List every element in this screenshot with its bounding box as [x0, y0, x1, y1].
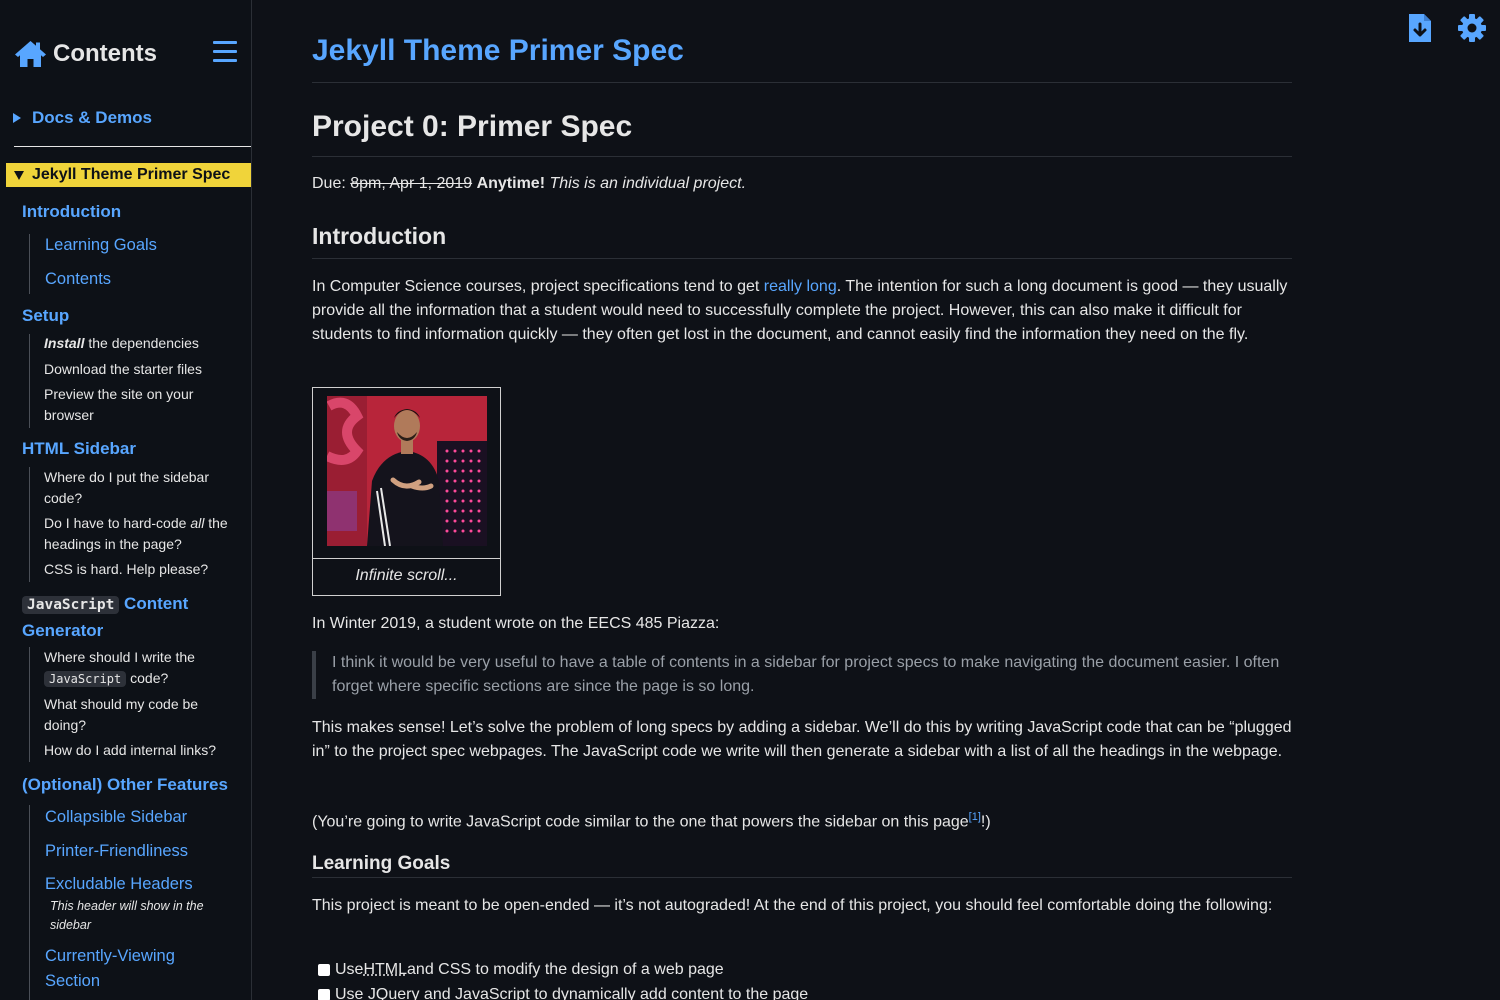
download-file-icon[interactable]: [1406, 13, 1434, 43]
sidebar-item-install[interactable]: Install the dependencies: [44, 333, 244, 354]
blockquote: I think it would be very useful to have …: [312, 651, 1292, 699]
cb1-a: Use: [335, 961, 364, 978]
caret-down-icon: [14, 170, 24, 180]
due-bold: Anytime!: [476, 175, 546, 192]
gif-image: [327, 396, 487, 546]
similar-text-a: (You’re going to write JavaScript code s…: [312, 813, 969, 831]
where-write-b: code?: [126, 670, 169, 686]
sidebar-item-where-put[interactable]: Where do I put the sidebar code?: [44, 467, 224, 509]
cb1-b: and CSS to modify the design of a web pa…: [407, 961, 724, 978]
html-abbr: HTML: [363, 961, 408, 978]
sidebar-item-setup[interactable]: Setup: [22, 303, 69, 328]
where-write-a: Where should I write the: [44, 649, 195, 665]
sidebar-item-excludable-note[interactable]: This header will show in the sidebar: [50, 897, 230, 935]
sidebar-item-introduction[interactable]: Introduction: [22, 199, 121, 224]
sidebar-item-collapsible[interactable]: Collapsible Sidebar: [45, 805, 187, 830]
learning-goals-paragraph: This project is meant to be open-ended —…: [312, 897, 1273, 914]
sidebar-item-css-hard[interactable]: CSS is hard. Help please?: [44, 559, 244, 580]
site-title[interactable]: Jekyll Theme Primer Spec: [312, 34, 684, 68]
sidebar-active-page[interactable]: Jekyll Theme Primer Spec: [6, 163, 251, 187]
due-italic: This is an individual project.: [549, 175, 747, 192]
sidebar-item-printer[interactable]: Printer-Friendliness: [45, 839, 188, 864]
divider: [312, 156, 1292, 157]
piazza-paragraph: In Winter 2019, a student wrote on the E…: [312, 615, 720, 632]
hardcode-a: Do I have to hard-code: [44, 515, 191, 531]
sidebar-docs-label: Docs & Demos: [32, 108, 152, 127]
install-emphasis: Install: [44, 335, 85, 351]
hardcode-em: all: [190, 515, 205, 531]
checkbox[interactable]: [318, 964, 330, 976]
figure-divider: [313, 558, 500, 559]
sidebar-item-js-generator[interactable]: JavaScript Content Generator: [22, 591, 222, 643]
sidebar-item-html-sidebar[interactable]: HTML Sidebar: [22, 436, 136, 461]
checklist-item[interactable]: Use HTML and CSS to modify the design of…: [318, 961, 724, 979]
caret-right-icon: [13, 113, 21, 123]
install-rest: the dependencies: [84, 335, 199, 351]
sidebar-item-download[interactable]: Download the starter files: [44, 359, 244, 380]
intro-text-a: In Computer Science courses, project spe…: [312, 278, 764, 295]
sidebar-indent-line: [29, 647, 30, 762]
sidebar-indent-line: [29, 234, 30, 294]
sidebar-item-optional[interactable]: (Optional) Other Features: [22, 772, 228, 797]
divider: [312, 82, 1292, 83]
divider: [312, 877, 1292, 878]
heading-introduction: Introduction: [312, 223, 447, 249]
sidebar-item-currently-viewing[interactable]: Currently-Viewing Section: [45, 944, 215, 994]
gif-image-illustration: [327, 396, 487, 546]
sidebar-active-label: Jekyll Theme Primer Spec: [32, 166, 231, 183]
gear-icon[interactable]: [1458, 13, 1486, 43]
intro-paragraph: In Computer Science courses, project spe…: [312, 275, 1292, 347]
due-struck: 8pm, Apr 1, 2019: [350, 175, 473, 192]
sidebar-indent-line: [29, 467, 30, 582]
checklist-item[interactable]: Use JQuery and JavaScript to dynamically…: [318, 986, 808, 1000]
sidebar-item-where-write[interactable]: Where should I write the JavaScript code…: [44, 647, 224, 690]
sidebar: Contents Docs & Demos Jekyll Theme Prime…: [0, 0, 252, 1000]
sidebar-item-preview[interactable]: Preview the site on your browser: [44, 384, 224, 426]
sidebar-docs-demos-toggle[interactable]: Docs & Demos: [13, 108, 152, 128]
sidebar-title: Contents: [53, 40, 157, 67]
sidebar-item-internal-links[interactable]: How do I add internal links?: [44, 740, 244, 761]
sidebar-divider: [14, 146, 251, 147]
home-icon[interactable]: [14, 39, 47, 69]
checkbox[interactable]: [318, 989, 330, 1000]
sidebar-item-learning-goals[interactable]: Learning Goals: [45, 233, 157, 258]
sense-paragraph: This makes sense! Let’s solve the proble…: [312, 719, 1292, 760]
heading-learning-goals: Learning Goals: [312, 853, 451, 874]
footnote-link[interactable]: [1]: [969, 811, 981, 823]
sidebar-header: Contents: [14, 36, 240, 72]
figure-caption: Infinite scroll...: [355, 567, 458, 584]
sidebar-item-contents[interactable]: Contents: [45, 267, 111, 292]
due-label: Due:: [312, 175, 351, 192]
where-write-code: JavaScript: [44, 671, 127, 687]
hamburger-menu-icon[interactable]: [213, 41, 237, 63]
due-line: Due: 8pm, Apr 1, 2019 Anytime! This is a…: [312, 175, 746, 193]
sidebar-indent-line: [29, 805, 30, 1000]
similar-text-b: !): [980, 813, 991, 831]
divider: [312, 258, 1292, 259]
sidebar-item-what-doing[interactable]: What should my code be doing?: [44, 694, 224, 736]
sidebar-item-hardcode[interactable]: Do I have to hard-code all the headings …: [44, 513, 244, 555]
sidebar-item-excludable[interactable]: Excludable Headers: [45, 872, 193, 897]
sidebar-indent-line: [29, 334, 30, 428]
similar-paragraph: (You’re going to write JavaScript code s…: [312, 804, 1292, 834]
really-long-link[interactable]: really long: [764, 278, 837, 295]
js-code-badge: JavaScript: [22, 596, 120, 614]
page-title: Project 0: Primer Spec: [312, 110, 633, 143]
cb2-text: Use JQuery and JavaScript to dynamically…: [335, 986, 809, 1000]
figure: Infinite scroll...: [312, 387, 501, 596]
